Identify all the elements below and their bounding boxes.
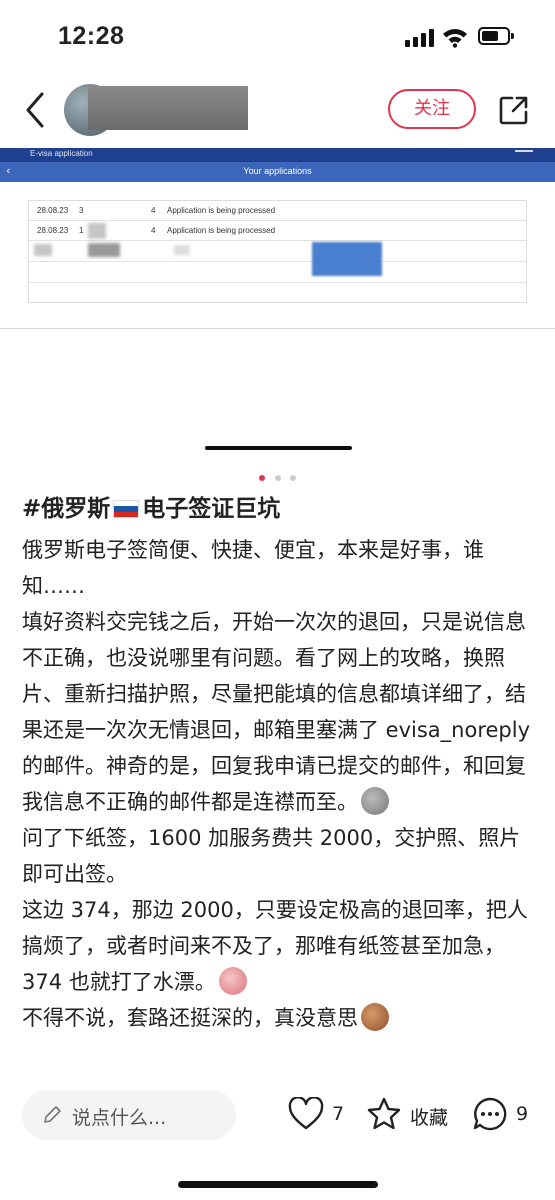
post-image[interactable]: E-visa application ‹ Your applications 2… (0, 148, 555, 478)
wifi-icon (443, 29, 467, 48)
like-count: 7 (332, 1103, 345, 1125)
back-icon[interactable] (20, 90, 50, 130)
status-bar: 12:28 (0, 0, 555, 72)
comment-count: 9 (516, 1103, 529, 1125)
post-paragraph: 填好资料交完钱之后，开始一次次的退回，只是说信息不正确，也没说哪里有问题。看了网… (22, 610, 531, 815)
post-paragraph: 俄罗斯电子签简便、快捷、便宜，本来是好事，谁知…… (22, 538, 484, 598)
russia-flag-icon (113, 500, 140, 518)
emoji-icon (361, 787, 389, 815)
redacted-block (174, 245, 190, 255)
carousel-dot[interactable] (274, 475, 281, 481)
post-title-text: 电子签证巨坑 (142, 496, 281, 522)
battery-icon (478, 27, 514, 45)
table-row: 28.08.23 3 4 Application is being proces… (29, 201, 526, 221)
like-button[interactable]: 7 (288, 1095, 348, 1135)
author-name-redacted[interactable] (88, 86, 248, 130)
post-paragraph: 不得不说，套路还挺深的，真没意思 (22, 1000, 537, 1036)
redacted-block (88, 223, 106, 239)
pen-icon (44, 1106, 61, 1123)
redacted-block (88, 243, 120, 257)
carousel-dot[interactable] (289, 475, 296, 481)
table-row (29, 262, 526, 283)
collect-label: 收藏 (410, 1107, 449, 1129)
image-scroll-indicator (205, 446, 352, 450)
post-title: #俄罗斯 电子签证巨坑 (22, 490, 537, 528)
redacted-button (312, 242, 382, 276)
comment-bubble-icon (473, 1097, 507, 1131)
bottom-action-bar: 说点什么... 7 收藏 9 (0, 1075, 555, 1200)
evisa-app-bar: E-visa application (0, 148, 555, 162)
post-content: #俄罗斯 电子签证巨坑 俄罗斯电子签简便、快捷、便宜，本来是好事，谁知…… 填好资… (22, 490, 537, 1075)
post-title-tag[interactable]: #俄罗斯 (22, 496, 110, 522)
collect-button[interactable]: 收藏 (366, 1095, 456, 1135)
comment-placeholder: 说点什么... (72, 1107, 167, 1129)
post-header: 关注 (0, 72, 555, 148)
emoji-icon (218, 967, 247, 995)
follow-button[interactable]: 关注 (388, 89, 476, 129)
carousel-dot-active[interactable] (259, 475, 266, 481)
redacted-block (34, 244, 52, 256)
evisa-page-title: Your applications (243, 166, 312, 176)
comment-input[interactable]: 说点什么... (22, 1090, 236, 1140)
emoji-icon (361, 1003, 389, 1031)
star-icon (367, 1097, 401, 1130)
heart-icon (288, 1097, 324, 1130)
comment-button[interactable]: 9 (472, 1095, 532, 1135)
carousel-dots (0, 466, 555, 481)
post-paragraph: 问了下纸签，1600 加服务费共 2000，交护照、照片即可出签。 (22, 826, 521, 886)
share-icon[interactable] (498, 94, 530, 126)
post-paragraph: 这边 374，那边 2000，只要设定极高的退回率，把人搞烦了，或者时间来不及了… (22, 898, 528, 995)
status-time: 12:28 (58, 22, 125, 50)
divider (0, 328, 555, 329)
signal-icon (405, 29, 435, 47)
menu-icon (515, 150, 533, 152)
home-indicator[interactable] (178, 1181, 378, 1188)
evisa-title-bar: ‹ Your applications (0, 162, 555, 182)
evisa-app-label: E-visa application (30, 149, 93, 158)
